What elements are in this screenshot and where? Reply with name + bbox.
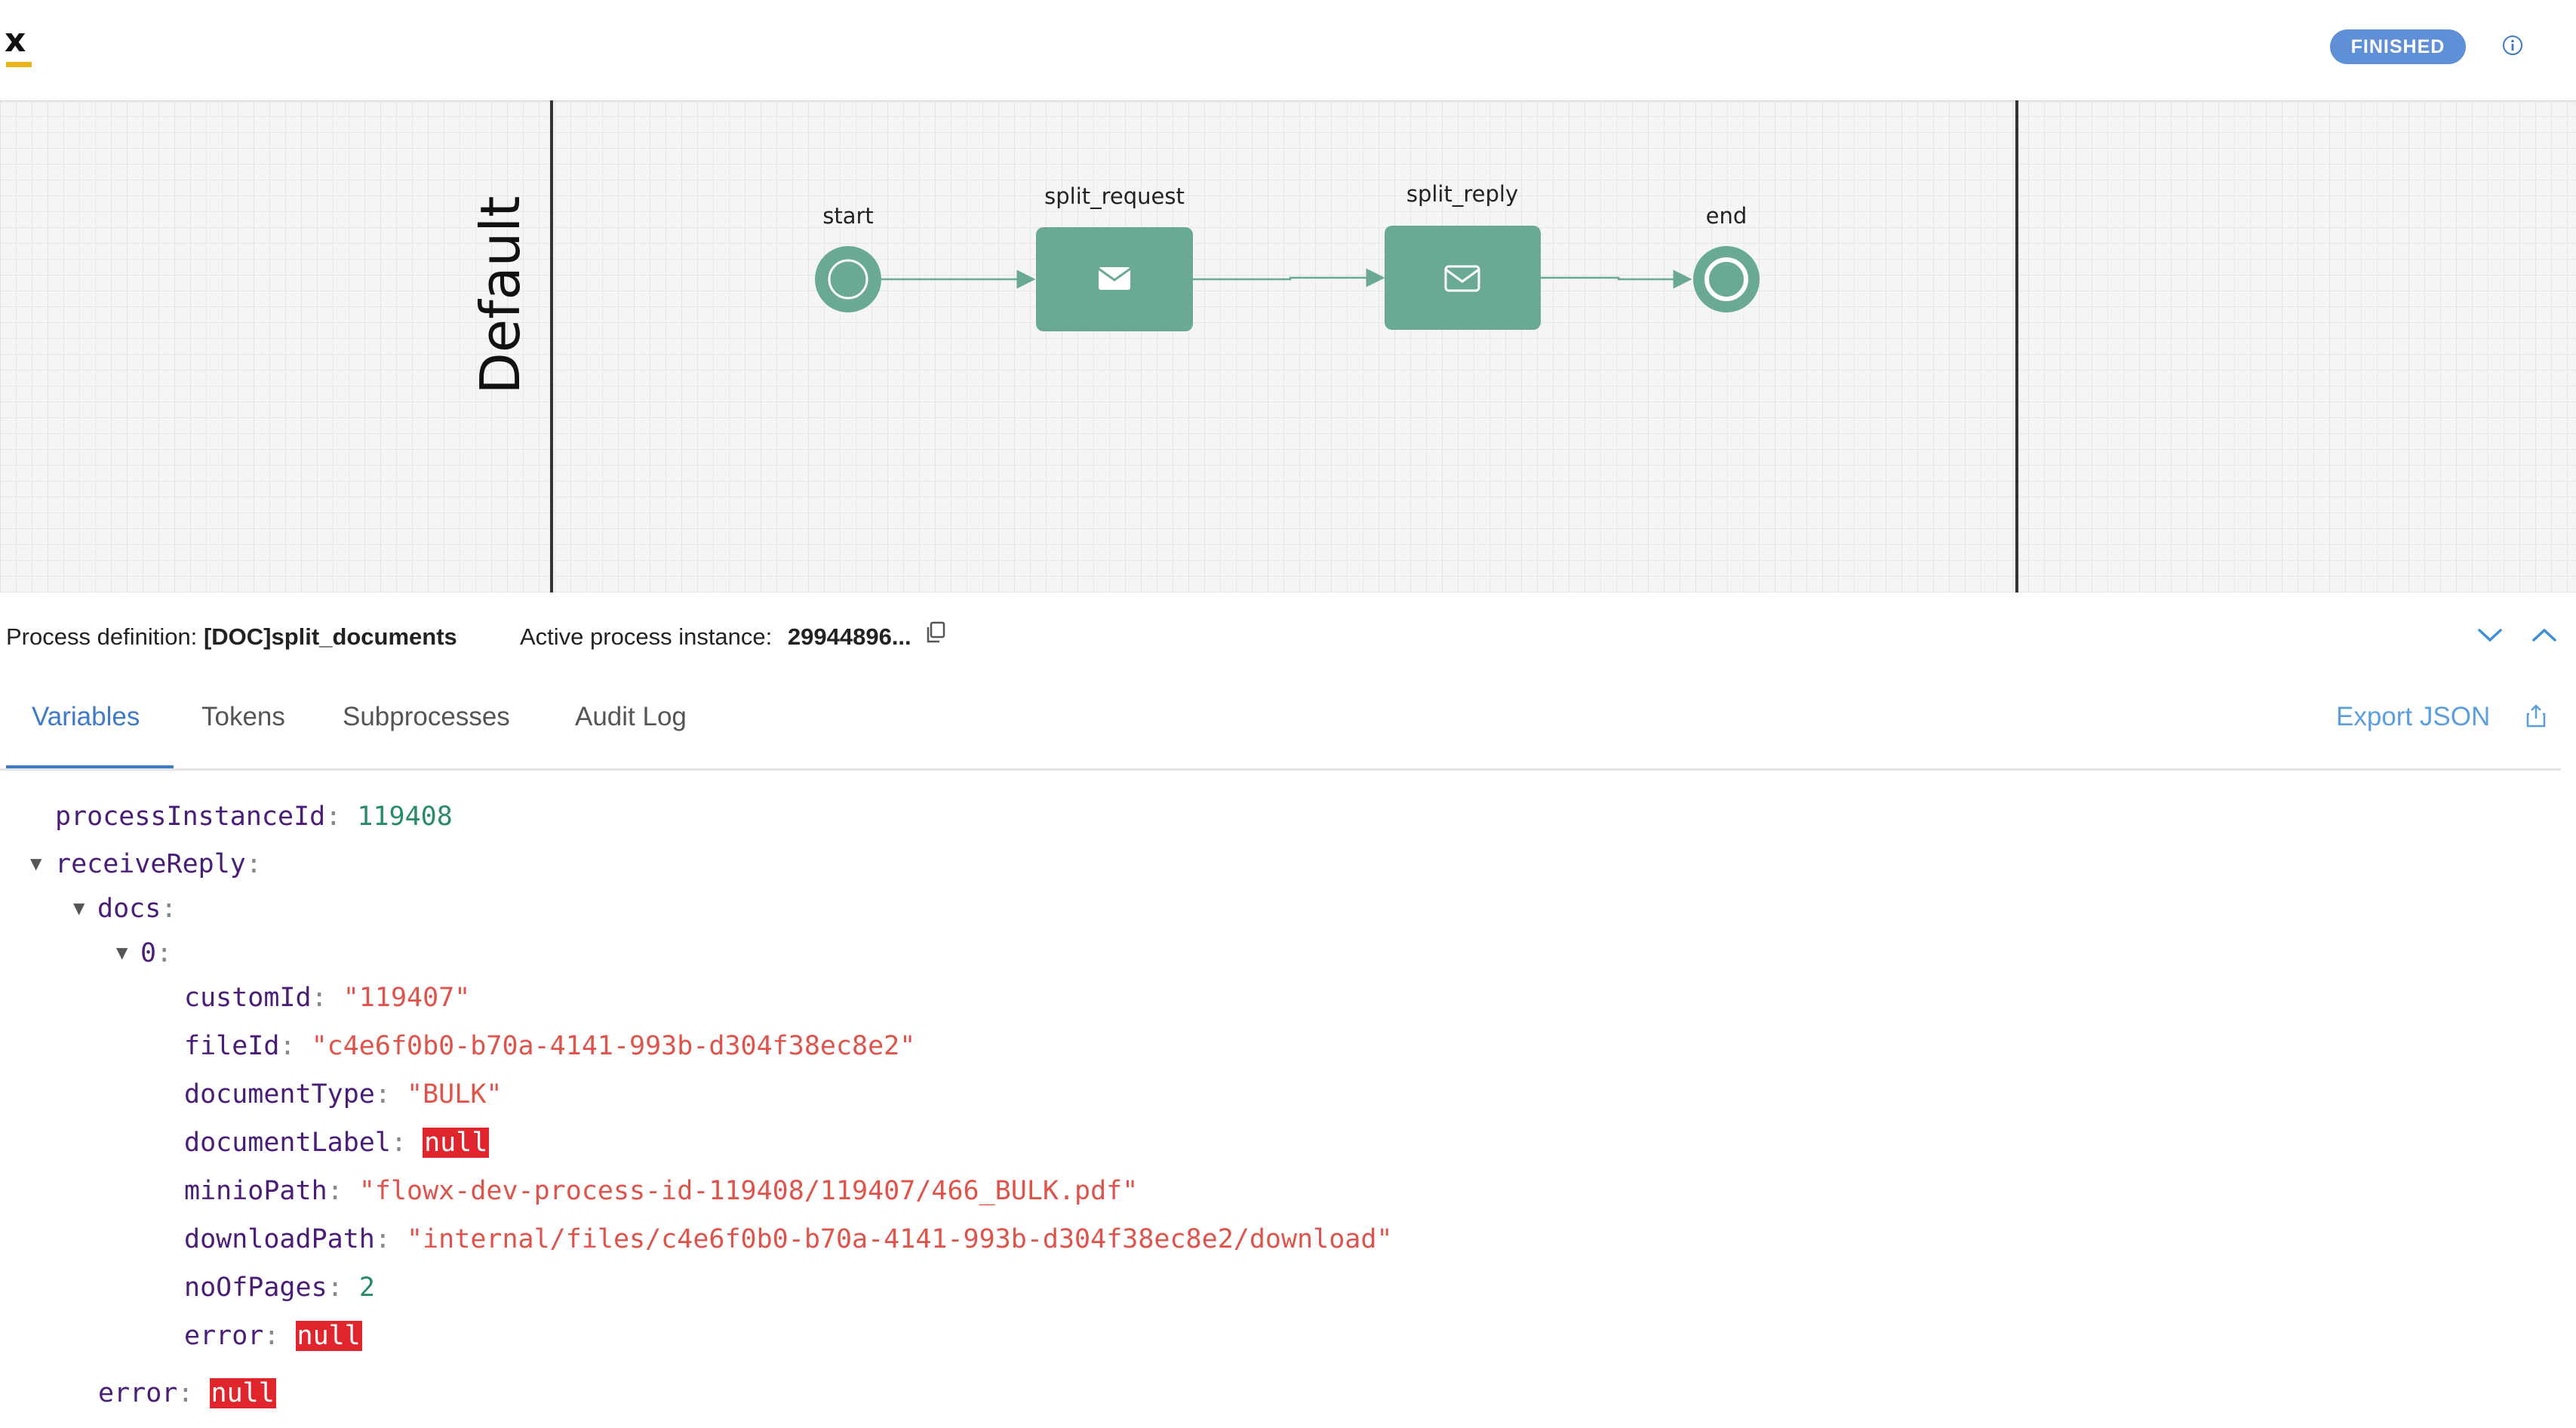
json-key: error — [184, 1321, 264, 1351]
json-key: downloadPath — [184, 1224, 375, 1254]
json-value: "BULK" — [407, 1079, 503, 1109]
details-tabs: Variables Tokens Subprocesses Audit Log — [0, 679, 2561, 771]
end-event[interactable] — [1693, 246, 1760, 312]
json-key: noOfPages — [184, 1273, 327, 1303]
process-definition: Process definition: [DOC]split_documents — [6, 623, 457, 651]
json-key: minioPath — [184, 1176, 327, 1206]
end-event-label: end — [1706, 203, 1748, 229]
active-tab-indicator — [6, 765, 174, 768]
process-definition-label: Process definition: — [6, 623, 198, 650]
json-key: documentLabel — [184, 1128, 391, 1158]
info-icon[interactable] — [2502, 35, 2523, 56]
flow-split-request-to-split-reply[interactable] — [1193, 268, 1385, 288]
json-key: error — [98, 1378, 178, 1408]
tab-audit-log[interactable]: Audit Log — [575, 702, 687, 732]
split-reply-label: split_reply — [1406, 181, 1518, 207]
json-row-receiveReply[interactable]: receiveReply: — [55, 849, 262, 879]
json-row-fileId: fileId: "c4e6f0b0-b70a-4141-993b-d304f38… — [184, 1031, 916, 1061]
json-key: documentType — [184, 1079, 375, 1109]
process-definition-value: [DOC]split_documents — [203, 623, 457, 650]
active-instance-label: Active process instance: — [520, 623, 773, 650]
export-json-button[interactable]: Export JSON — [2336, 702, 2490, 732]
split-request-label: split_request — [1044, 183, 1185, 209]
tab-subprocesses[interactable]: Subprocesses — [343, 702, 510, 732]
json-key: customId — [184, 983, 312, 1013]
json-null-value: null — [295, 1321, 362, 1351]
app-logo[interactable]: x — [5, 23, 35, 68]
json-key: fileId — [184, 1031, 280, 1061]
expand-triangle-icon[interactable]: ▼ — [116, 943, 128, 962]
tab-tokens[interactable]: Tokens — [201, 702, 285, 732]
share-icon[interactable] — [2525, 703, 2547, 729]
app-header: x FINISHED — [0, 0, 2576, 100]
json-value: "119407" — [343, 983, 471, 1013]
json-row-noOfPages: noOfPages: 2 — [184, 1273, 375, 1303]
chevron-down-icon[interactable] — [2476, 623, 2504, 646]
json-value: "flowx-dev-process-id-119408/119407/466_… — [358, 1176, 1139, 1206]
json-row-documentType: documentType: "BULK" — [184, 1079, 503, 1109]
flow-split-reply-to-end[interactable] — [1541, 269, 1692, 289]
logo-mark: x — [5, 21, 26, 60]
split-request-task[interactable] — [1036, 227, 1193, 331]
json-null-value: null — [209, 1378, 276, 1408]
json-row-error-inner: error: null — [184, 1321, 362, 1351]
tab-variables[interactable]: Variables — [32, 702, 140, 732]
chevron-up-icon[interactable] — [2531, 623, 2558, 646]
json-value: "internal/files/c4e6f0b0-b70a-4141-993b-… — [407, 1224, 1393, 1254]
copy-icon[interactable] — [925, 621, 946, 644]
json-key: processInstanceId — [55, 802, 326, 832]
json-value: "c4e6f0b0-b70a-4141-993b-d304f38ec8e2" — [311, 1031, 916, 1061]
json-row-documentLabel: documentLabel: null — [184, 1128, 490, 1158]
json-row-error-outer: error: null — [98, 1378, 276, 1408]
json-row-docs[interactable]: docs: — [97, 894, 177, 924]
json-key: receiveReply — [55, 849, 246, 879]
active-process-instance: Active process instance: 29944896... — [520, 623, 911, 651]
start-event[interactable] — [815, 246, 881, 312]
json-row-customId: customId: "119407" — [184, 983, 471, 1013]
json-key: 0 — [140, 938, 157, 968]
json-null-value: null — [423, 1128, 490, 1158]
expand-triangle-icon[interactable]: ▼ — [73, 899, 85, 917]
json-row-index-0[interactable]: 0: — [140, 938, 172, 968]
start-event-label: start — [822, 203, 874, 229]
json-key: docs — [97, 894, 161, 924]
envelope-filled-icon — [1098, 267, 1131, 290]
logo-underline — [6, 62, 32, 67]
process-canvas[interactable]: Default start split_request split_reply … — [0, 100, 2576, 592]
status-badge: FINISHED — [2330, 29, 2466, 64]
json-row-downloadPath: downloadPath: "internal/files/c4e6f0b0-b… — [184, 1224, 1393, 1254]
json-row-processInstanceId: processInstanceId: 119408 — [55, 802, 453, 832]
process-diagram: start split_request split_reply end — [815, 181, 1760, 331]
split-reply-task[interactable] — [1385, 226, 1541, 330]
json-value: 119408 — [357, 802, 453, 832]
active-instance-value: 29944896... — [787, 623, 911, 650]
expand-triangle-icon[interactable]: ▼ — [30, 854, 41, 872]
json-row-minioPath: minioPath: "flowx-dev-process-id-119408/… — [184, 1176, 1139, 1206]
json-value: 2 — [358, 1273, 375, 1303]
